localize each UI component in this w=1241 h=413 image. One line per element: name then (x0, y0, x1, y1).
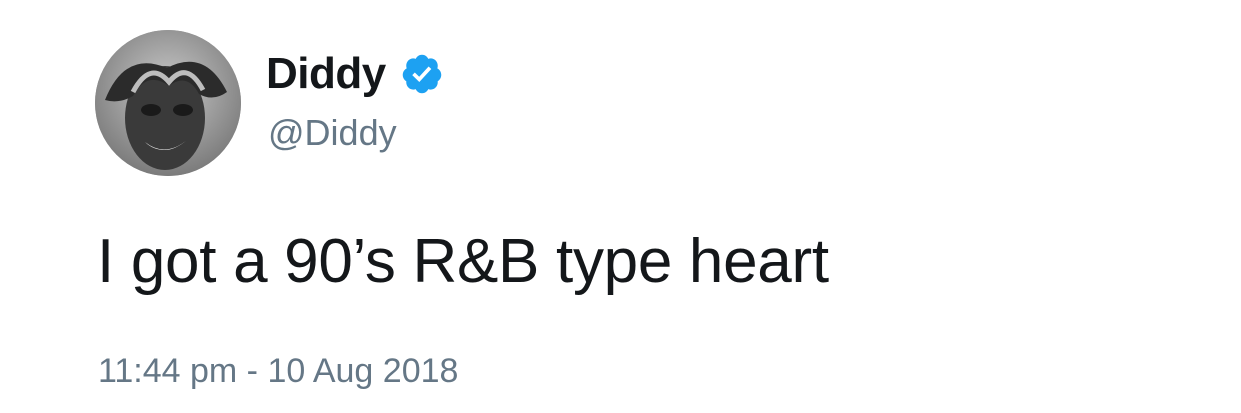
tweet-timestamp[interactable]: 11:44 pm - 10 Aug 2018 (98, 352, 458, 391)
tweet-text: I got a 90’s R&B type heart (97, 227, 829, 296)
tweet-card: Diddy @Diddy I got a 90’s R&B type heart… (0, 0, 1241, 413)
verified-badge-icon (400, 52, 444, 96)
author-name-row[interactable]: Diddy (266, 44, 444, 104)
profile-photo-icon (95, 30, 241, 176)
avatar[interactable] (95, 30, 241, 176)
user-handle[interactable]: @Diddy (268, 112, 397, 154)
display-name[interactable]: Diddy (266, 49, 386, 99)
